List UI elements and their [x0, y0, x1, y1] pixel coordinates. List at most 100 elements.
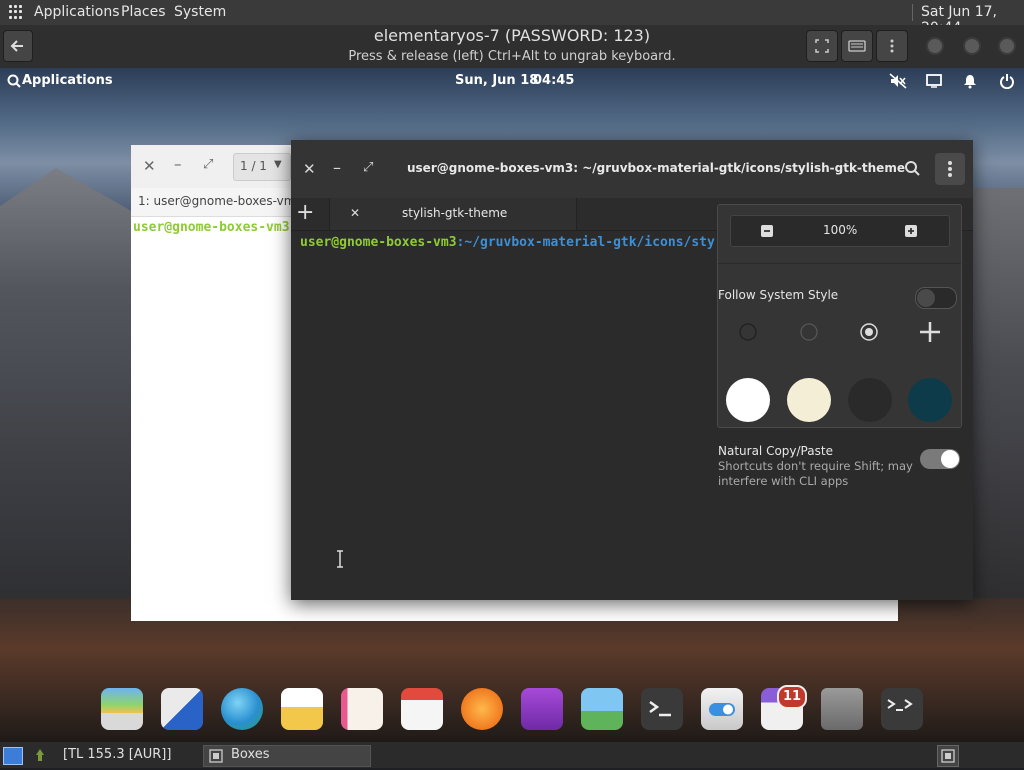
- close-window-button[interactable]: [998, 37, 1016, 55]
- tasks-icon[interactable]: [341, 688, 383, 730]
- bg-restore-icon[interactable]: ⤢: [203, 157, 213, 172]
- natural-copy-description: Shortcuts don't require Shift; may inter…: [718, 459, 913, 488]
- terminal-alt-icon[interactable]: [881, 688, 923, 730]
- taskbar-boxes-label: Boxes: [231, 747, 270, 762]
- bg-page-label: 1 / 1: [240, 159, 267, 173]
- updates-badge: 11: [777, 685, 807, 709]
- fullscreen-icon: [815, 39, 829, 53]
- restore-icon[interactable]: ⤢: [363, 160, 373, 175]
- style-light-swatch[interactable]: [726, 378, 770, 422]
- terminal-icon[interactable]: [641, 688, 683, 730]
- style-dark-swatch[interactable]: [848, 378, 892, 422]
- zoom-out-button[interactable]: [761, 225, 773, 237]
- follow-system-style-toggle[interactable]: [915, 287, 957, 309]
- host-taskbar: [TL 155.3 [AUR]] Boxes: [0, 742, 1024, 768]
- zoom-control: 100%: [730, 215, 950, 247]
- panel-separator: [912, 4, 913, 21]
- apps-grid-icon[interactable]: [9, 5, 23, 19]
- mail-icon[interactable]: [281, 688, 323, 730]
- bg-prompt: user@gnome-boxes-vm3: [133, 220, 290, 235]
- host-top-panel: Applications Places System Sat Jun 17, 2…: [0, 0, 1024, 36]
- bg-page-selector[interactable]: 1 / 1 ▼: [233, 153, 291, 181]
- wallpaper-mountain-left: [0, 168, 140, 648]
- bg-minimize-icon[interactable]: –: [174, 155, 182, 173]
- minimize-window-button[interactable]: [926, 37, 944, 55]
- vm-display[interactable]: Applications Sun, Jun 18 04:45 ✕ – ⤢ 1 /…: [0, 68, 1024, 742]
- toggle-knob: [917, 289, 935, 307]
- search-icon: [7, 74, 21, 88]
- radio-empty-icon: [739, 323, 757, 341]
- maximize-window-button[interactable]: [963, 37, 981, 55]
- zoom-in-icon: [908, 228, 914, 234]
- tab-label: stylish-gtk-theme: [402, 206, 508, 220]
- more-vertical-icon: [948, 161, 952, 177]
- photos-icon[interactable]: [581, 688, 623, 730]
- vm-date[interactable]: Sun, Jun 18: [455, 73, 538, 88]
- host-menu-places[interactable]: Places: [121, 4, 166, 20]
- minimize-icon[interactable]: –: [333, 158, 341, 177]
- host-menu-system[interactable]: System: [174, 4, 226, 20]
- style-custom-swatch[interactable]: [908, 378, 952, 422]
- search-icon: [905, 161, 920, 176]
- divider: [718, 263, 961, 264]
- terminal-settings-popover: 100% Follow System Style Natural Copy/Pa…: [717, 204, 962, 488]
- keyboard-button[interactable]: [841, 30, 873, 62]
- host-menu-applications[interactable]: Applications: [34, 4, 120, 20]
- prompt-glyph-icon: [649, 700, 671, 717]
- zoom-out-icon: [764, 230, 770, 232]
- radio-selected-icon: [860, 323, 878, 341]
- web-browser-icon[interactable]: [221, 688, 263, 730]
- weather-icon: [36, 749, 44, 761]
- chevron-down-icon: ▼: [274, 159, 282, 170]
- vm-time[interactable]: 04:45: [533, 73, 574, 88]
- trash-icon[interactable]: [821, 688, 863, 730]
- vm-applications-menu[interactable]: Applications: [22, 73, 113, 88]
- prompt-path: :~/gruvbox-material-gtk/icons/sty: [456, 235, 715, 250]
- natural-copy-label: Natural Copy/Paste: [718, 444, 833, 458]
- more-vertical-icon: [890, 39, 894, 53]
- taskbar-item-boxes[interactable]: Boxes: [203, 745, 371, 767]
- volume-muted-icon[interactable]: [889, 73, 907, 89]
- calendar-icon[interactable]: [401, 688, 443, 730]
- new-tab-icon[interactable]: +: [296, 200, 314, 225]
- prompt-user: user@gnome-boxes-vm3: [300, 235, 457, 250]
- natural-copy-toggle[interactable]: [920, 449, 960, 469]
- wallpaper-mountain-right: [970, 188, 1024, 628]
- text-cursor-icon: [337, 550, 343, 568]
- zoom-in-button[interactable]: [905, 225, 917, 237]
- toggle-glyph-icon: [709, 703, 735, 716]
- files-icon[interactable]: [101, 688, 143, 730]
- toggle-knob: [941, 450, 959, 468]
- zoom-level[interactable]: 100%: [823, 223, 857, 237]
- bg-close-icon[interactable]: ✕: [143, 157, 156, 175]
- terminal-prompt-line: user@gnome-boxes-vm3:~/gruvbox-material-…: [300, 235, 715, 250]
- workspace-switcher[interactable]: [937, 745, 959, 767]
- terminal-title: user@gnome-boxes-vm3: ~/gruvbox-material…: [407, 161, 905, 175]
- multitasking-icon[interactable]: [161, 688, 203, 730]
- search-button[interactable]: [897, 153, 927, 183]
- display-icon[interactable]: [926, 74, 942, 88]
- power-icon[interactable]: [999, 73, 1015, 89]
- vm-top-panel: Applications Sun, Jun 18 04:45: [0, 68, 1024, 94]
- settings-menu-button[interactable]: [935, 153, 965, 185]
- menu-button[interactable]: [876, 30, 908, 62]
- fg-terminal-header: ✕ – ⤢ user@gnome-boxes-vm3: ~/gruvbox-ma…: [291, 140, 973, 198]
- divider: [718, 436, 961, 437]
- workspace-icon: [941, 749, 955, 763]
- tab-close-icon[interactable]: ✕: [350, 206, 360, 220]
- bg-tab-label[interactable]: 1: user@gnome-boxes-vm: [138, 194, 295, 208]
- boxes-app-icon: [209, 749, 223, 763]
- taskbar-item-tl[interactable]: [TL 155.3 [AUR]]: [63, 747, 171, 762]
- keyboard-icon: [848, 40, 866, 52]
- fullscreen-button[interactable]: [806, 30, 838, 62]
- music-icon[interactable]: [461, 688, 503, 730]
- tab-stylish-gtk-theme[interactable]: ✕ stylish-gtk-theme: [329, 198, 577, 230]
- follow-system-style-label: Follow System Style: [718, 288, 839, 302]
- close-icon[interactable]: ✕: [303, 160, 316, 178]
- system-settings-icon[interactable]: [701, 688, 743, 730]
- add-style-icon: [920, 322, 940, 342]
- videos-icon[interactable]: [521, 688, 563, 730]
- notifications-icon[interactable]: [962, 73, 978, 89]
- show-desktop-icon[interactable]: [3, 747, 23, 765]
- style-sepia-swatch[interactable]: [787, 378, 831, 422]
